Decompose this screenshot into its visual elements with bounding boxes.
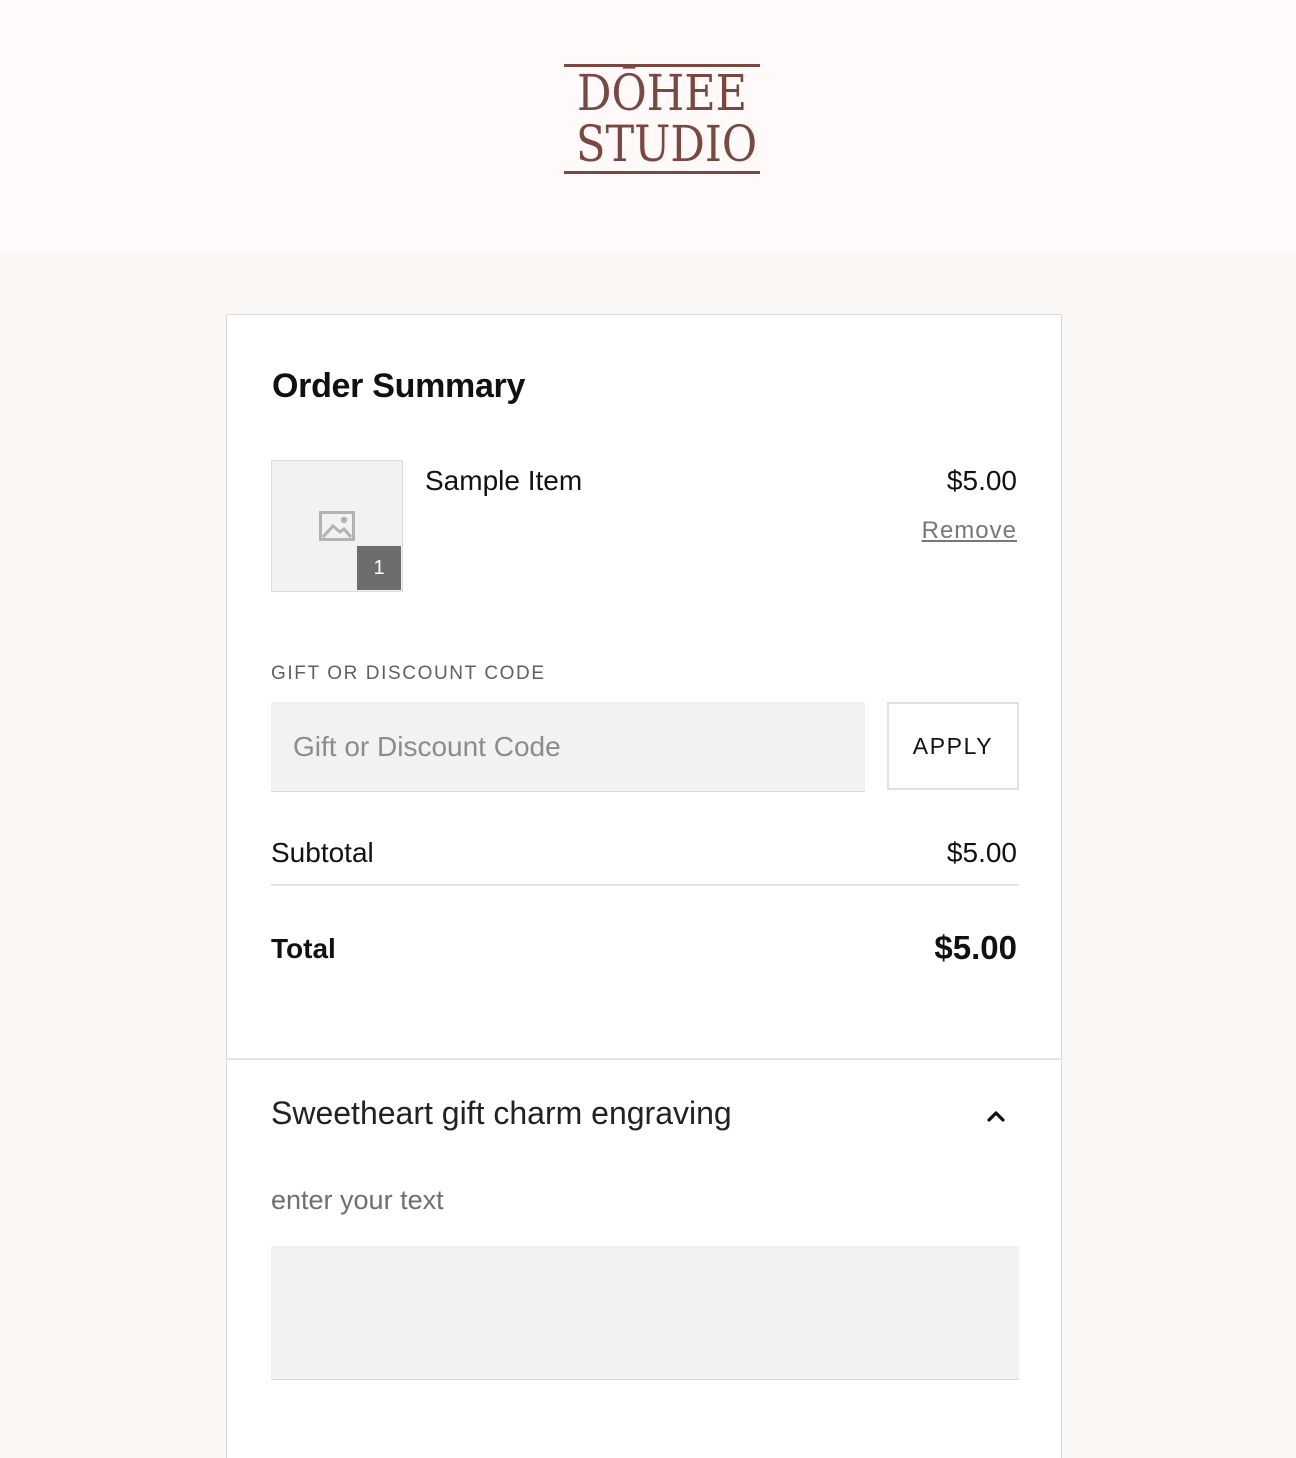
chevron-up-icon[interactable] — [983, 1103, 1009, 1129]
item-thumbnail: 1 — [271, 460, 403, 592]
order-summary-title: Order Summary — [272, 367, 526, 405]
quantity-badge: 1 — [357, 546, 401, 590]
engraving-field-label: enter your text — [271, 1185, 444, 1215]
engraving-section-title[interactable]: Sweetheart gift charm engraving — [271, 1095, 732, 1132]
remove-item-link[interactable]: Remove — [922, 517, 1017, 545]
subtotal-divider — [271, 884, 1019, 886]
subtotal-value: $5.00 — [946, 837, 1017, 868]
brand-logo[interactable]: DŌHEE STUDIO — [564, 64, 760, 176]
order-summary-card: Order Summary 1 Sample Item $5.00 Remove… — [226, 314, 1062, 1458]
section-divider — [227, 1058, 1061, 1060]
site-header: DŌHEE STUDIO — [0, 0, 1296, 254]
logo-line-1: DŌHEE — [576, 64, 748, 122]
image-placeholder-icon — [319, 511, 355, 541]
apply-code-button[interactable]: APPLY — [887, 702, 1019, 790]
discount-code-label: GIFT OR DISCOUNT CODE — [271, 663, 546, 684]
total-label: Total — [271, 933, 336, 964]
item-name: Sample Item — [425, 465, 583, 496]
discount-code-input[interactable] — [271, 702, 865, 792]
subtotal-label: Subtotal — [271, 837, 374, 868]
logo-line-2: STUDIO — [576, 115, 758, 173]
item-price: $5.00 — [946, 465, 1017, 496]
engraving-text-field[interactable] — [271, 1246, 1019, 1380]
logo-bottom-rule — [564, 171, 760, 174]
total-value: $5.00 — [934, 929, 1017, 966]
